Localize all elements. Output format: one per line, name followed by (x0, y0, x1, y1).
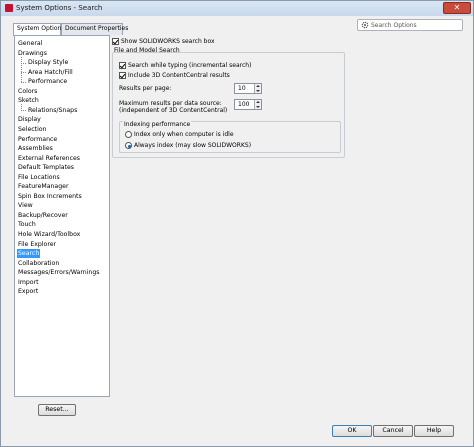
max-results-value: 100 (238, 101, 250, 108)
tree-item-search[interactable]: Search (17, 249, 41, 259)
cancel-button[interactable]: Cancel (373, 425, 413, 437)
search-while-typing-checkbox[interactable] (119, 62, 126, 69)
tree-item-export[interactable]: Export (17, 287, 39, 296)
tree-item-collaboration[interactable]: Collaboration (17, 259, 60, 268)
solidworks-logo-icon (5, 4, 13, 12)
search-while-typing-label: Search while typing (incremental search) (128, 62, 252, 69)
results-per-page-stepper[interactable] (254, 84, 261, 93)
tree-connector (21, 56, 22, 83)
spin-down-icon (256, 90, 260, 92)
file-model-search-group: Search while typing (incremental search)… (112, 52, 345, 158)
include-content-central-checkbox[interactable] (119, 72, 126, 79)
close-button[interactable]: ✕ (443, 2, 471, 14)
always-index-radio[interactable] (125, 142, 132, 149)
tree-item-backup-recover[interactable]: Backup/Recover (17, 211, 69, 220)
title-bar[interactable]: System Options - Search ✕ (1, 1, 473, 16)
reset-button[interactable]: Reset... (38, 404, 76, 416)
include-content-central-label: Include 3D ContentCentral results (128, 72, 230, 79)
spin-up-icon (256, 101, 260, 103)
tree-item-area-hatch-fill[interactable]: Area Hatch/Fill (27, 68, 74, 77)
system-options-dialog: System Options - Search ✕ System Options… (0, 0, 474, 447)
index-when-idle-label: Index only when computer is idle (134, 131, 234, 138)
tree-item-colors[interactable]: Colors (17, 87, 38, 96)
tree-item-featuremanager[interactable]: FeatureManager (17, 182, 70, 191)
tree-item-selection[interactable]: Selection (17, 125, 48, 134)
tree-item-view[interactable]: View (17, 201, 34, 210)
tree-item-spin-box-increments[interactable]: Spin Box Increments (17, 192, 83, 201)
tree-item-performance[interactable]: Performance (17, 135, 58, 144)
search-input[interactable]: Search Options (371, 22, 417, 29)
tree-item-default-templates[interactable]: Default Templates (17, 163, 75, 172)
results-per-page-spinbox[interactable]: 10 (234, 83, 262, 94)
max-results-stepper[interactable] (254, 100, 261, 109)
tree-item-import[interactable]: Import (17, 278, 40, 287)
ok-button[interactable]: OK (332, 425, 372, 437)
spin-up-icon (256, 85, 260, 87)
tree-item-display[interactable]: Display (17, 115, 42, 124)
tree-item-performance[interactable]: Performance (27, 77, 68, 86)
max-results-spinbox[interactable]: 100 (234, 99, 262, 110)
indexing-performance-group: Indexing performance Index only when com… (119, 121, 341, 153)
index-when-idle-radio[interactable] (125, 131, 132, 138)
help-button[interactable]: Help (414, 425, 454, 437)
tree-item-display-style[interactable]: Display Style (27, 58, 69, 67)
show-search-box-checkbox[interactable] (112, 38, 119, 45)
tab-document-properties[interactable]: Document Properties (61, 23, 128, 35)
tree-connector (21, 104, 22, 111)
tree-item-relations-snaps[interactable]: Relations/Snaps (27, 106, 78, 115)
options-tree[interactable]: General Drawings Display Style Area Hatch/F… (14, 35, 110, 397)
max-results-sublabel: (independent of 3D ContentCentral) (119, 107, 228, 114)
results-per-page-value: 10 (238, 85, 246, 92)
tree-item-assemblies[interactable]: Assemblies (17, 144, 54, 153)
spin-down-icon (256, 106, 260, 108)
show-search-box-label: Show SOLIDWORKS search box (121, 38, 215, 45)
gear-icon (361, 21, 369, 29)
tree-item-file-locations[interactable]: File Locations (17, 173, 61, 182)
search-options-box[interactable]: Search Options (357, 19, 463, 31)
tree-item-general[interactable]: General (17, 39, 43, 48)
window-title: System Options - Search (16, 4, 103, 12)
tree-item-hole-wizard-toolbox[interactable]: Hole Wizard/Toolbox (17, 230, 81, 239)
results-per-page-label: Results per page: (119, 85, 172, 92)
tree-item-file-explorer[interactable]: File Explorer (17, 240, 57, 249)
tree-item-touch[interactable]: Touch (17, 220, 37, 229)
tree-item-external-references[interactable]: External References (17, 154, 81, 163)
always-index-label: Always index (may slow SOLIDWORKS) (134, 142, 252, 149)
indexing-performance-title: Indexing performance (123, 121, 192, 129)
tree-item-messages-errors-warnings[interactable]: Messages/Errors/Warnings (17, 268, 100, 277)
